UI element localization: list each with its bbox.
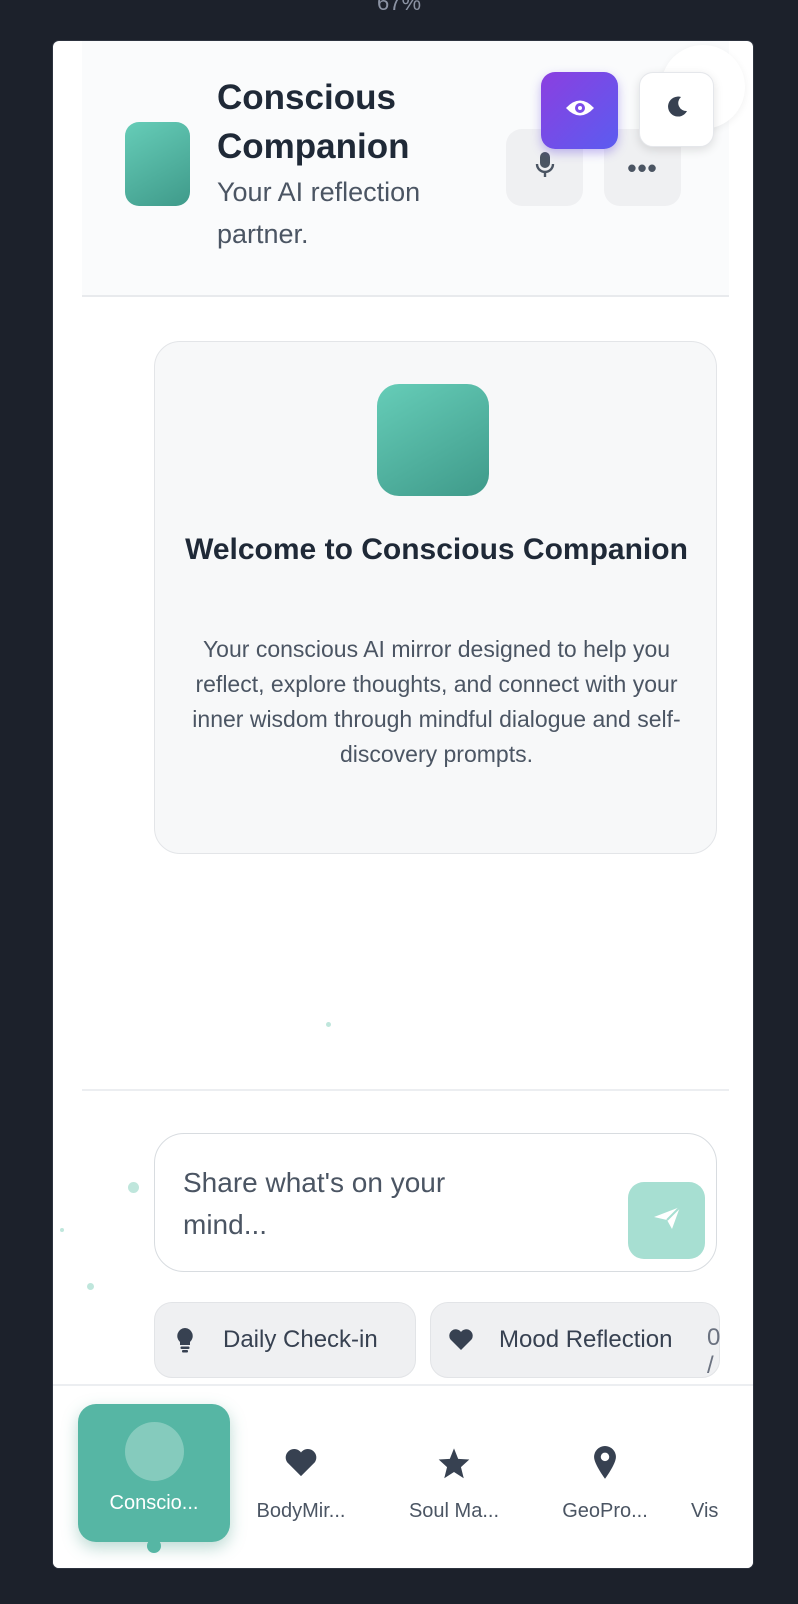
eye-icon: [667, 1438, 668, 1488]
character-counter: 0 /: [707, 1324, 721, 1379]
welcome-title: Welcome to Conscious Companion: [185, 533, 688, 566]
app-frame: Conscious Companion Your AI reflection p…: [53, 41, 753, 1568]
quick-prompts: Daily Check-in Mood Reflection: [154, 1302, 753, 1380]
theme-toggle-button[interactable]: [639, 72, 714, 147]
lightbulb-icon: [155, 1327, 215, 1353]
nav-label: Conscio...: [109, 1492, 199, 1514]
nav-label: BodyMir...: [256, 1500, 346, 1522]
decorative-dot: [60, 1228, 64, 1232]
microphone-icon: [535, 151, 555, 184]
focus-mode-button[interactable]: [541, 72, 618, 149]
message-input-placeholder: Share what's on your mind...: [183, 1167, 446, 1240]
app-title: Conscious Companion: [217, 78, 410, 166]
decorative-dot: [326, 1022, 331, 1027]
chip-label: Mood Reflection: [499, 1326, 673, 1353]
chip-daily-check-in[interactable]: Daily Check-in: [154, 1302, 416, 1378]
nav-label: GeoPro...: [562, 1500, 648, 1522]
composer-divider: [82, 1089, 729, 1091]
welcome-description: Your conscious AI mirror designed to hel…: [192, 636, 681, 767]
app-logo: [125, 122, 190, 206]
main-column: Conscious Companion Your AI reflection p…: [82, 41, 729, 1383]
map-pin-icon: [592, 1438, 618, 1488]
nav-item-vision[interactable]: Vis: [667, 1404, 753, 1542]
eye-icon: [565, 97, 595, 124]
welcome-card: Welcome to Conscious Companion Your cons…: [154, 341, 717, 854]
welcome-logo: [377, 384, 489, 496]
companion-icon: [124, 1421, 184, 1481]
app-header: Conscious Companion Your AI reflection p…: [82, 41, 729, 297]
decorative-dot: [128, 1182, 139, 1193]
nav-label: Vis: [691, 1500, 719, 1522]
active-indicator: [147, 1539, 161, 1553]
send-button[interactable]: [628, 1182, 705, 1259]
nav-item-geoprofile[interactable]: GeoPro...: [529, 1404, 681, 1542]
nav-item-bodymirror[interactable]: BodyMir...: [225, 1404, 377, 1542]
star-icon: [437, 1438, 471, 1488]
chip-mood-reflection[interactable]: Mood Reflection: [430, 1302, 720, 1378]
send-icon: [652, 1205, 682, 1236]
more-icon: •••: [627, 152, 658, 183]
chip-label: Daily Check-in: [223, 1326, 378, 1353]
message-input[interactable]: Share what's on your mind...: [154, 1133, 717, 1272]
heart-icon: [431, 1329, 491, 1351]
nav-item-conscious-companion[interactable]: Conscio...: [78, 1404, 230, 1542]
nav-label: Soul Ma...: [408, 1500, 500, 1522]
bottom-navigation: Conscio... BodyMir... Soul Ma... GeoPro.…: [53, 1384, 753, 1568]
heart-icon: [284, 1438, 318, 1488]
decorative-dot: [87, 1283, 94, 1290]
zoom-level-label: 67%: [376, 0, 422, 15]
app-subtitle: Your AI reflection partner.: [217, 177, 421, 249]
nav-item-soul-map[interactable]: Soul Ma...: [378, 1404, 530, 1542]
moon-icon: [665, 95, 689, 124]
